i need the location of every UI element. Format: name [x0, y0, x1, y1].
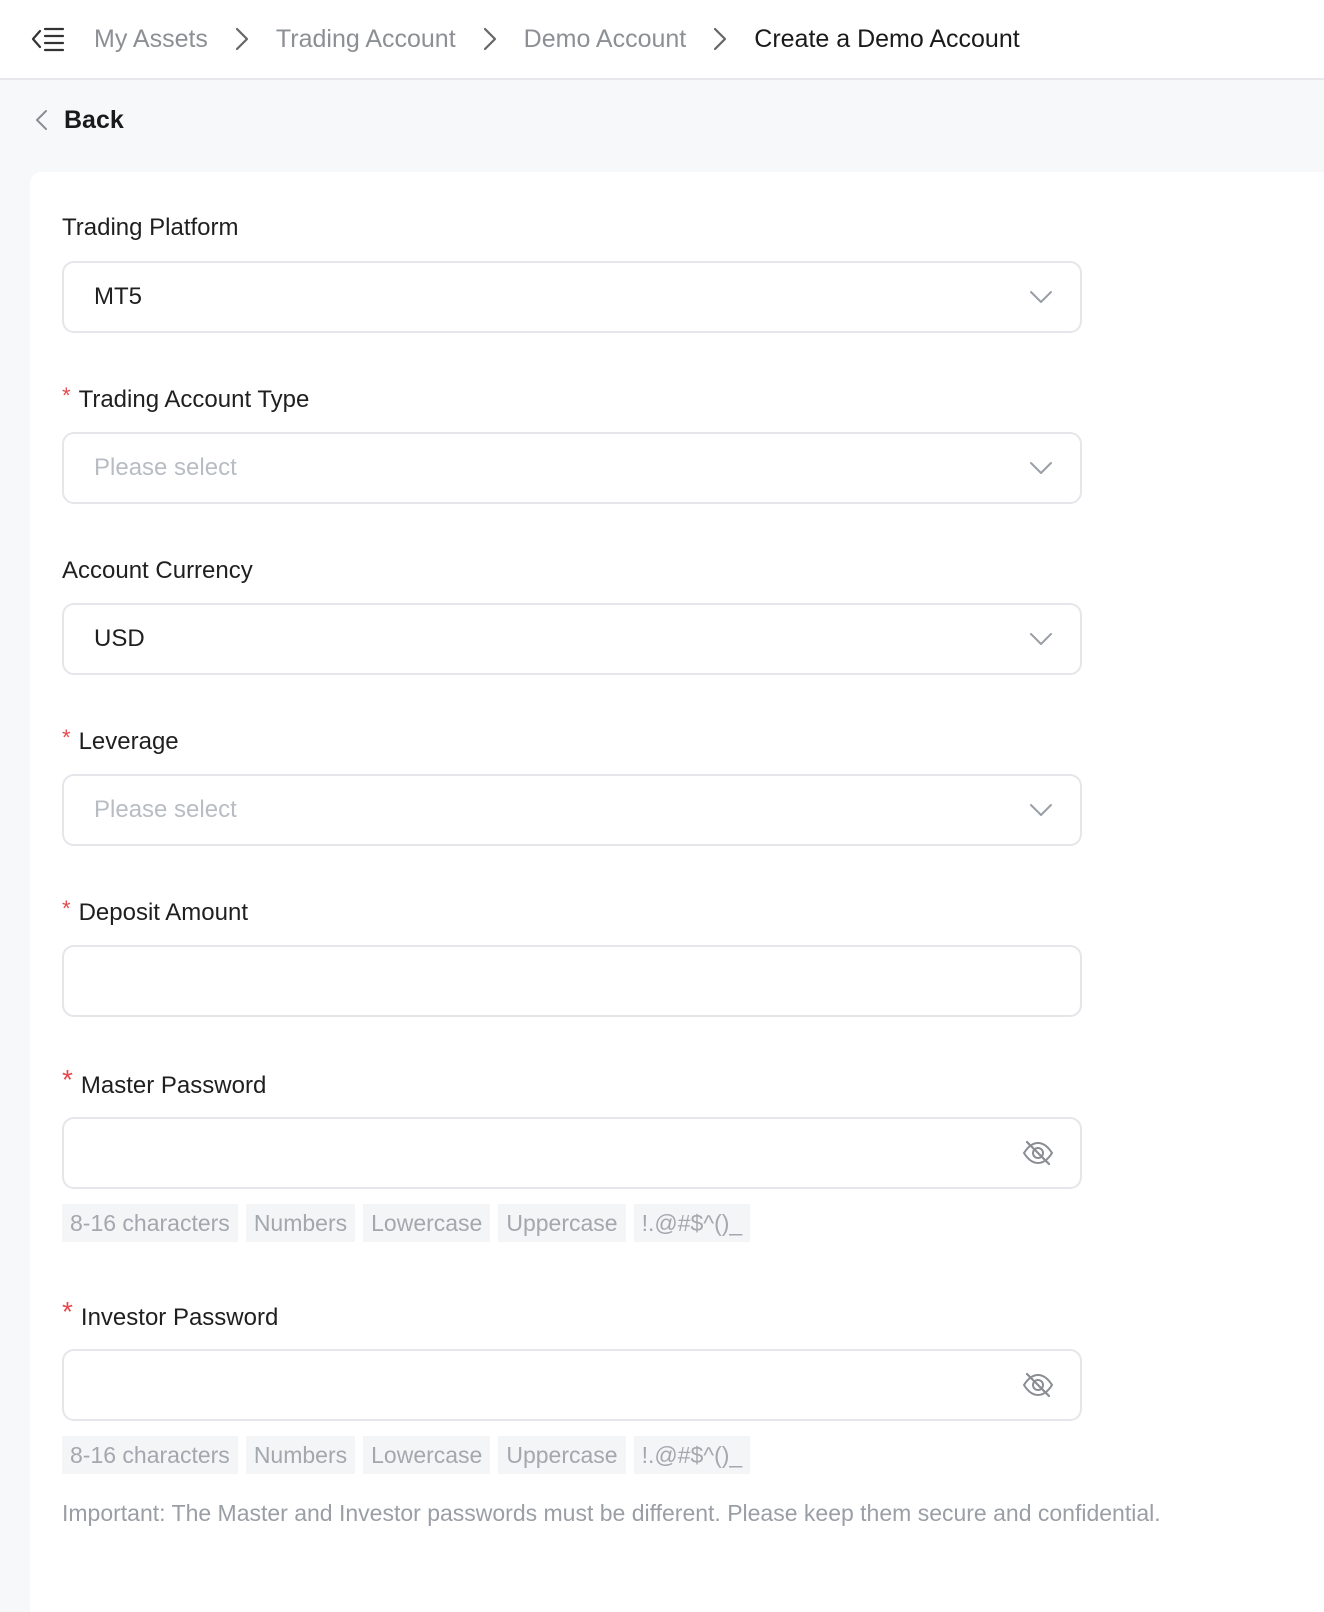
master-password-label-text: Master Password — [80, 1072, 267, 1099]
account-type-placeholder: Please select — [94, 454, 237, 481]
trading-platform-label-text: Trading Platform — [62, 214, 239, 241]
required-marker: * — [62, 725, 71, 750]
required-marker: * — [62, 1296, 73, 1327]
hint-lowercase: Lowercase — [363, 1436, 491, 1474]
password-note: Important: The Master and Investor passw… — [62, 1500, 1161, 1526]
account-currency-label: Account Currency — [62, 557, 253, 585]
investor-password-label: * Investor Password — [62, 1296, 279, 1334]
chevron-down-icon — [1030, 633, 1052, 645]
investor-password-field[interactable] — [62, 1349, 1082, 1421]
hint-length: 8-16 characters — [62, 1436, 238, 1474]
account-type-label-text: Trading Account Type — [78, 386, 310, 413]
trading-platform-value: MT5 — [94, 283, 142, 310]
required-marker: * — [62, 1064, 73, 1095]
investor-password-hints: 8-16 characters Numbers Lowercase Upperc… — [62, 1436, 751, 1474]
deposit-amount-field[interactable] — [62, 945, 1082, 1017]
master-password-hints: 8-16 characters Numbers Lowercase Upperc… — [62, 1204, 751, 1242]
hint-special: !.@#$^()_ — [633, 1436, 751, 1474]
hint-lowercase: Lowercase — [363, 1204, 491, 1242]
breadcrumb-demo-account[interactable]: Demo Account — [524, 25, 687, 54]
hint-numbers: Numbers — [245, 1436, 356, 1474]
required-marker: * — [62, 896, 71, 921]
chevron-right-icon — [706, 25, 734, 53]
account-currency-label-text: Account Currency — [62, 557, 253, 584]
breadcrumb-current: Create a Demo Account — [754, 24, 1020, 53]
master-password-label: * Master Password — [62, 1064, 267, 1102]
trading-platform-label: Trading Platform — [62, 214, 239, 242]
deposit-amount-label-text: Deposit Amount — [78, 899, 248, 926]
investor-password-label-text: Investor Password — [80, 1304, 279, 1331]
top-bar: My Assets Trading Account Demo Account C… — [0, 0, 1324, 80]
hint-numbers: Numbers — [245, 1204, 356, 1242]
leverage-label-text: Leverage — [78, 728, 179, 755]
leverage-select[interactable]: Please select — [62, 774, 1082, 846]
create-demo-account-form: Trading Platform MT5 * Trading Account T… — [30, 172, 1324, 1612]
chevron-right-icon — [476, 25, 504, 53]
breadcrumb-trading-account[interactable]: Trading Account — [276, 25, 456, 54]
chevron-left-icon — [36, 110, 47, 130]
required-marker: * — [62, 383, 71, 408]
deposit-amount-input[interactable] — [94, 947, 1054, 1015]
account-currency-select[interactable]: USD — [62, 603, 1082, 675]
chevron-down-icon — [1030, 804, 1052, 816]
leverage-label: * Leverage — [62, 725, 179, 756]
chevron-down-icon — [1030, 291, 1052, 303]
eye-off-icon[interactable] — [1022, 1139, 1054, 1167]
back-button[interactable]: Back — [32, 98, 124, 142]
master-password-input[interactable] — [94, 1119, 1022, 1187]
breadcrumb-my-assets[interactable]: My Assets — [94, 25, 208, 54]
hint-length: 8-16 characters — [62, 1204, 238, 1242]
leverage-placeholder: Please select — [94, 796, 237, 823]
hint-special: !.@#$^()_ — [633, 1204, 751, 1242]
eye-off-icon[interactable] — [1022, 1371, 1054, 1399]
hint-uppercase: Uppercase — [498, 1204, 626, 1242]
account-type-select[interactable]: Please select — [62, 432, 1082, 504]
breadcrumb: My Assets Trading Account Demo Account C… — [94, 25, 1020, 54]
chevron-right-icon — [228, 25, 256, 53]
deposit-amount-label: * Deposit Amount — [62, 896, 248, 927]
back-label: Back — [64, 105, 124, 134]
master-password-field[interactable] — [62, 1117, 1082, 1189]
account-currency-value: USD — [94, 625, 145, 652]
account-type-label: * Trading Account Type — [62, 383, 310, 414]
trading-platform-select[interactable]: MT5 — [62, 261, 1082, 333]
chevron-down-icon — [1030, 462, 1052, 474]
menu-collapse-icon[interactable] — [30, 21, 66, 57]
hint-uppercase: Uppercase — [498, 1436, 626, 1474]
investor-password-input[interactable] — [94, 1351, 1022, 1419]
